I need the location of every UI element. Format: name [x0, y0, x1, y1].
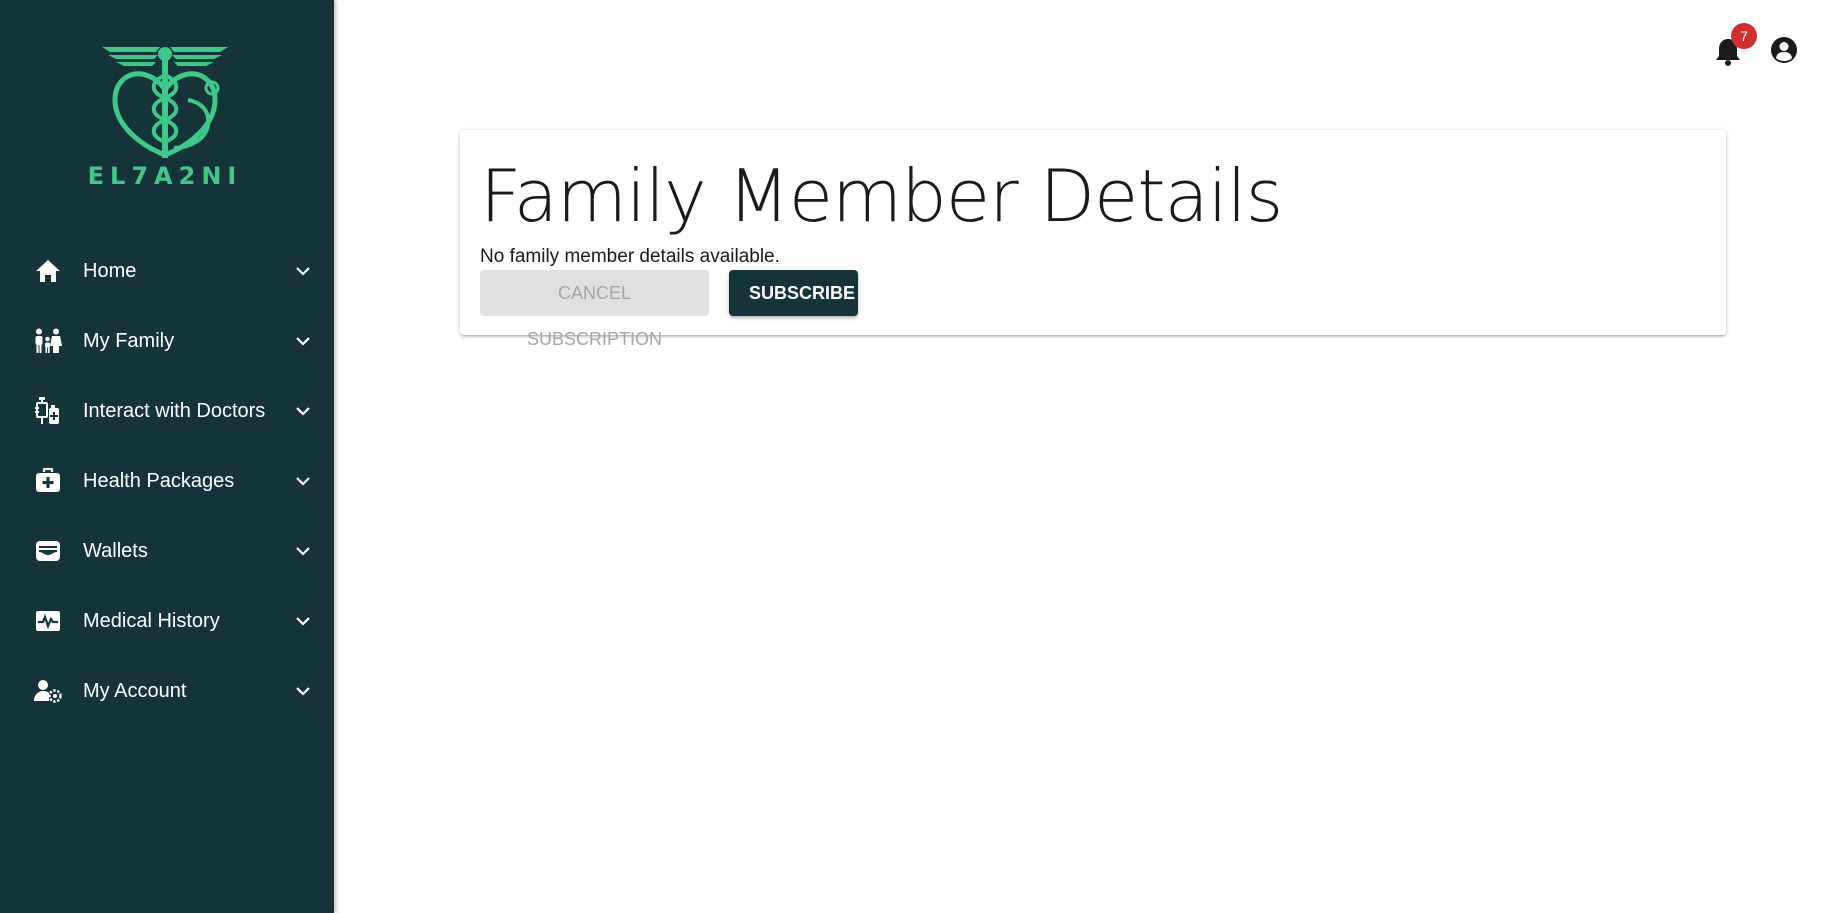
subscribe-button[interactable]: SUBSCRIBE	[729, 270, 858, 316]
brand-logo[interactable]: EL7A2NI	[70, 40, 260, 195]
chevron-down-icon[interactable]	[292, 260, 314, 282]
notification-badge: 7	[1731, 23, 1757, 49]
caduceus-logo-icon	[102, 47, 228, 158]
doctor-icon	[34, 397, 62, 425]
brand-name: EL7A2NI	[87, 162, 243, 190]
sidebar: EL7A2NI Home My Family Interact with Doc…	[0, 0, 334, 913]
user-gear-icon	[34, 677, 62, 705]
sidebar-item-label: Wallets	[83, 539, 148, 562]
chevron-down-icon[interactable]	[292, 330, 314, 352]
home-icon	[34, 257, 62, 285]
chevron-down-icon[interactable]	[292, 610, 314, 632]
cancel-subscription-button[interactable]: CANCEL SUBSCRIPTION	[480, 270, 709, 349]
sidebar-item-health-packages[interactable]: Health Packages	[0, 446, 334, 516]
sidebar-item-home[interactable]: Home	[0, 236, 334, 306]
account-circle-icon[interactable]	[1770, 36, 1798, 64]
sidebar-item-interact-with-doctors[interactable]: Interact with Doctors	[0, 376, 334, 446]
wallet-icon	[34, 537, 62, 565]
family-icon	[34, 327, 62, 355]
sidebar-item-label: Medical History	[83, 609, 220, 632]
heartbeat-icon	[34, 607, 62, 635]
chevron-down-icon[interactable]	[292, 540, 314, 562]
sidebar-item-wallets[interactable]: Wallets	[0, 516, 334, 586]
chevron-down-icon[interactable]	[292, 680, 314, 702]
empty-state-message: No family member details available.	[480, 246, 780, 267]
page-title: Family Member Details	[480, 154, 1283, 238]
sidebar-item-my-account[interactable]: My Account	[0, 656, 334, 726]
sidebar-item-label: Interact with Doctors	[83, 399, 266, 422]
sidebar-item-my-family[interactable]: My Family	[0, 306, 334, 376]
sidebar-item-label: My Account	[83, 679, 187, 702]
sidebar-item-label: Home	[83, 259, 137, 282]
family-member-details-card: Family Member Details No family member d…	[460, 130, 1726, 349]
sidebar-item-label: Health Packages	[83, 469, 235, 492]
sidebar-item-medical-history[interactable]: Medical History	[0, 586, 334, 656]
sidebar-item-label: My Family	[83, 329, 175, 352]
chevron-down-icon[interactable]	[292, 470, 314, 492]
medical-kit-icon	[34, 467, 62, 495]
chevron-down-icon[interactable]	[292, 400, 314, 422]
sidebar-nav: Home My Family Interact with Doctors Hea…	[0, 236, 334, 726]
